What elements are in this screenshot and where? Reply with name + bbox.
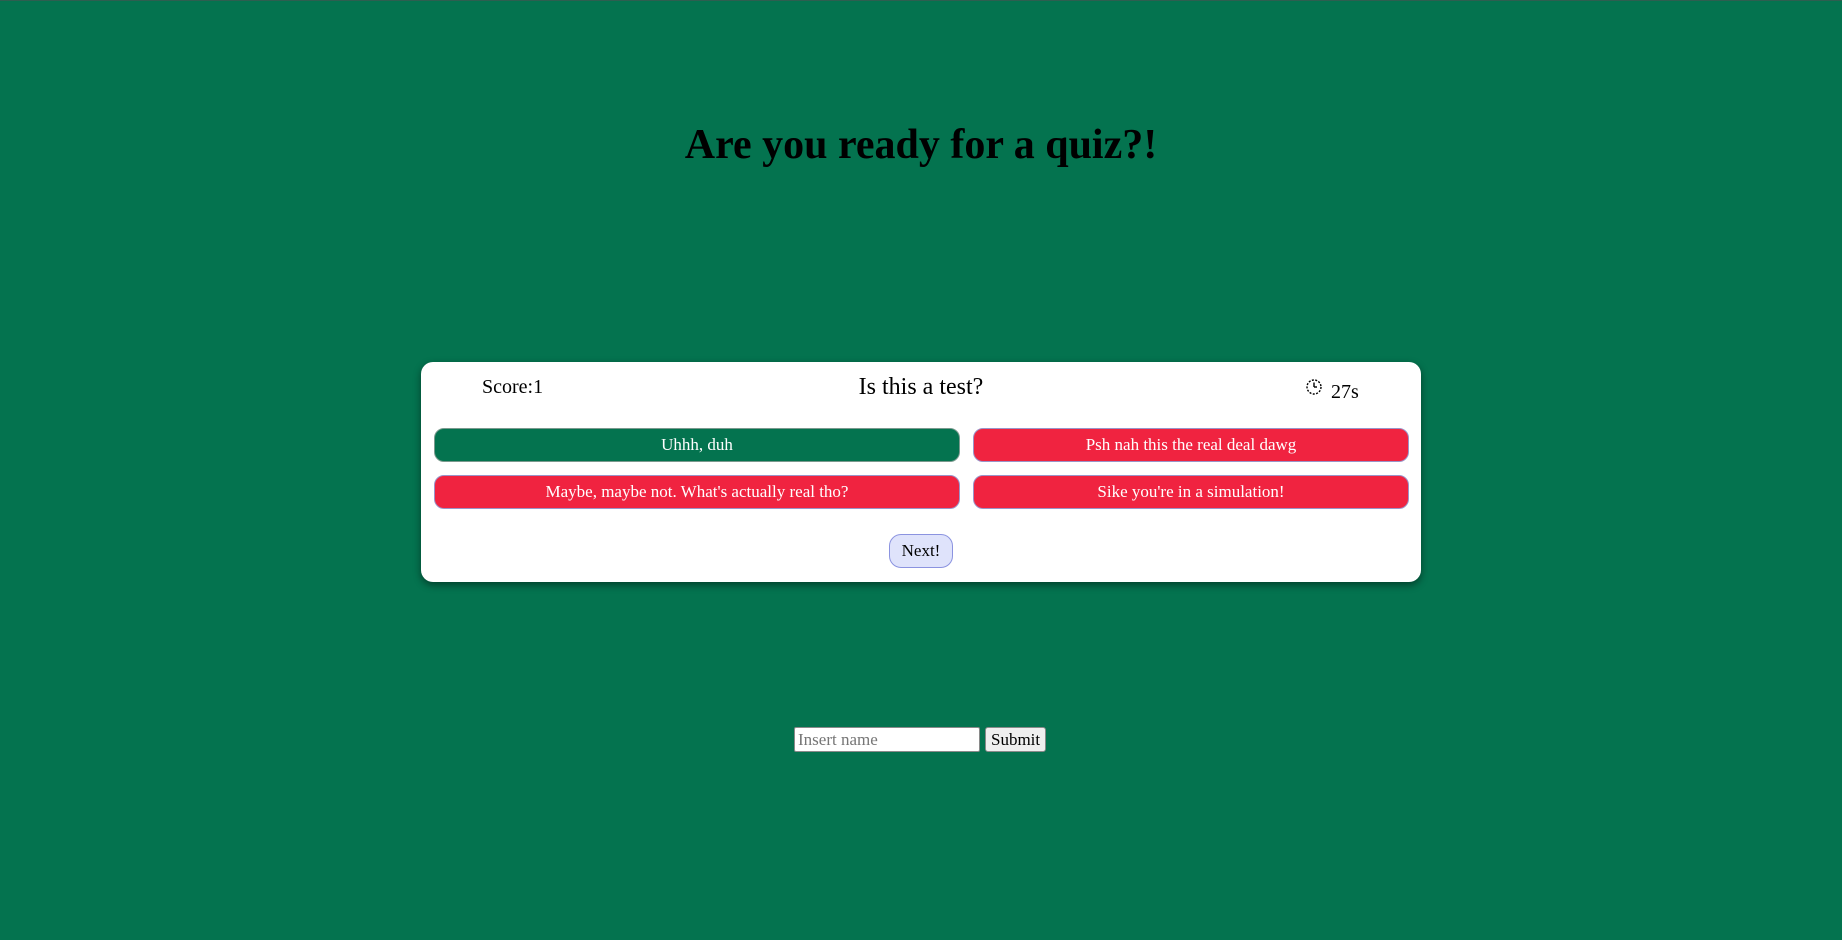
timer: 27s — [1305, 377, 1359, 404]
timer-text: 27s — [1331, 381, 1359, 403]
question-text: Is this a test? — [858, 374, 984, 400]
next-button[interactable]: Next! — [889, 534, 953, 568]
name-input[interactable] — [794, 727, 980, 752]
answer-button-4[interactable]: Sike you're in a simulation! — [973, 475, 1409, 509]
answer-button-3[interactable]: Maybe, maybe not. What's actually real t… — [434, 475, 960, 509]
answer-button-2[interactable]: Psh nah this the real deal dawg — [973, 428, 1409, 462]
submit-button[interactable]: Submit — [985, 727, 1047, 752]
answer-button-1[interactable]: Uhhh, duh — [434, 428, 960, 462]
page-title: Are you ready for a quiz?! — [684, 122, 1158, 168]
quiz-card: Score:1 Is this a test? 27s Uhhh, duh Ps… — [421, 362, 1421, 582]
name-form: Submit — [794, 727, 1047, 752]
clock-icon — [1306, 379, 1322, 395]
